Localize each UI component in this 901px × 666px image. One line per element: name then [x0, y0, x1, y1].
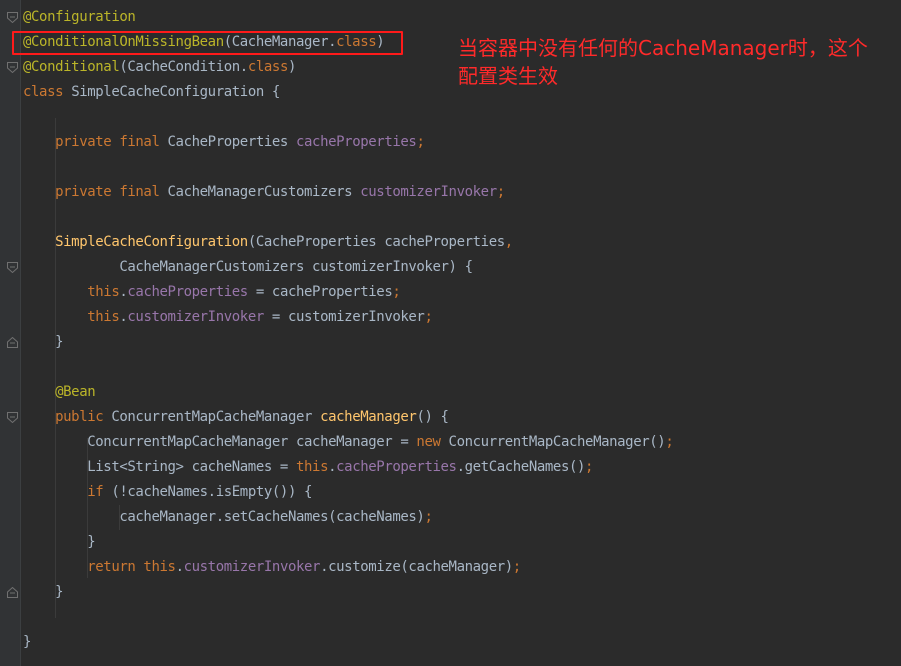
code-token: ConcurrentMapCacheManager cacheManager =	[23, 434, 417, 450]
code-token: ,	[504, 234, 513, 250]
code-token: ConcurrentMapCacheManager()	[448, 434, 666, 450]
code-line[interactable]: private final CacheManagerCustomizers cu…	[23, 180, 505, 205]
code-token: public	[23, 409, 112, 425]
code-token: @Conditional	[23, 59, 120, 75]
fold-open-icon[interactable]	[7, 12, 18, 23]
code-line[interactable]: if (!cacheNames.isEmpty()) {	[23, 480, 312, 505]
annotation-note: 当容器中没有任何的CacheManager时，这个配置类生效	[458, 36, 868, 88]
code-token: CacheProperties	[167, 134, 296, 150]
editor-gutter	[0, 0, 20, 666]
code-line[interactable]: class SimpleCacheConfiguration {	[23, 80, 280, 105]
code-line[interactable]: cacheManager.setCacheNames(cacheNames);	[23, 505, 433, 530]
code-token: cacheProperties	[296, 134, 417, 150]
code-token: .	[328, 459, 337, 475]
code-token: = cacheProperties	[247, 284, 393, 300]
code-token: ;	[585, 459, 594, 475]
code-line[interactable]: @Conditional(CacheCondition.class)	[23, 55, 296, 80]
code-token: CacheManagerCustomizers customizerInvoke…	[23, 259, 473, 275]
code-token: cacheProperties	[336, 459, 457, 475]
fold-open-icon[interactable]	[7, 262, 18, 273]
code-token: customizerInvoker	[360, 184, 497, 200]
code-token: (!cacheNames.isEmpty()) {	[111, 484, 313, 500]
code-token: CacheManagerCustomizers	[167, 184, 361, 200]
code-token: private final	[23, 184, 168, 200]
code-line[interactable]: CacheManagerCustomizers customizerInvoke…	[23, 255, 473, 280]
code-token: cacheManager	[320, 409, 417, 425]
code-token: class	[247, 59, 289, 75]
code-token: ;	[424, 309, 433, 325]
code-line[interactable]: @Bean	[23, 380, 96, 405]
code-token: }	[23, 534, 96, 550]
code-token: (CacheCondition.	[119, 59, 248, 75]
code-line[interactable]: ConcurrentMapCacheManager cacheManager =…	[23, 430, 674, 455]
code-token: @Bean	[23, 384, 96, 400]
code-line[interactable]: }	[23, 530, 95, 555]
code-token: SimpleCacheConfiguration {	[71, 84, 280, 100]
code-token: customizerInvoker	[183, 559, 321, 575]
code-token: List<String> cacheNames =	[23, 459, 296, 475]
fold-open-icon[interactable]	[7, 412, 18, 423]
code-token: private final	[23, 134, 168, 150]
code-line[interactable]: private final CacheProperties cachePrope…	[23, 130, 425, 155]
code-token: cacheManager.setCacheNames(cacheNames)	[23, 509, 425, 525]
code-token: ;	[392, 284, 401, 300]
code-token: SimpleCacheConfiguration	[55, 234, 248, 250]
code-token: .getCacheNames()	[456, 459, 586, 475]
code-token: this	[295, 459, 329, 475]
code-token: ;	[496, 184, 505, 200]
code-token: }	[23, 634, 32, 650]
code-token: this	[87, 309, 120, 325]
code-token: ;	[665, 434, 674, 450]
code-token: ;	[416, 134, 425, 150]
code-token: return this	[87, 559, 176, 575]
code-token: ;	[512, 559, 521, 575]
code-token: (CacheProperties cacheProperties	[247, 234, 505, 250]
code-token: = customizerInvoker	[263, 309, 425, 325]
code-line[interactable]: this.cacheProperties = cacheProperties;	[23, 280, 401, 305]
code-token: if	[87, 484, 112, 500]
gutter-separator	[20, 0, 21, 666]
code-token: .	[175, 559, 184, 575]
code-token: .customize(cacheManager)	[320, 559, 513, 575]
code-token: ;	[424, 509, 433, 525]
code-line[interactable]: }	[23, 580, 63, 605]
code-token: this	[87, 284, 120, 300]
code-token: customizerInvoker	[127, 309, 264, 325]
code-token: class	[23, 84, 72, 100]
highlight-box	[12, 31, 403, 55]
code-token: cacheProperties	[127, 284, 248, 300]
code-line[interactable]: @Configuration	[23, 5, 136, 30]
fold-close-icon[interactable]	[7, 337, 18, 348]
code-line[interactable]: }	[23, 330, 63, 355]
fold-close-icon[interactable]	[7, 587, 18, 598]
code-token: )	[287, 59, 297, 75]
code-token: }	[23, 584, 64, 600]
code-token: ConcurrentMapCacheManager	[111, 409, 321, 425]
code-token: @Configuration	[23, 9, 136, 25]
code-line[interactable]: return this.customizerInvoker.customize(…	[23, 555, 521, 580]
code-line[interactable]: SimpleCacheConfiguration(CacheProperties…	[23, 230, 513, 255]
code-token: () {	[416, 409, 449, 425]
code-line[interactable]: public ConcurrentMapCacheManager cacheMa…	[23, 405, 449, 430]
code-token: new	[416, 434, 449, 450]
code-line[interactable]: this.customizerInvoker = customizerInvok…	[23, 305, 433, 330]
code-token: }	[23, 334, 64, 350]
fold-open-icon[interactable]	[7, 62, 18, 73]
code-line[interactable]: List<String> cacheNames = this.cacheProp…	[23, 455, 593, 480]
code-line[interactable]: }	[23, 630, 31, 655]
